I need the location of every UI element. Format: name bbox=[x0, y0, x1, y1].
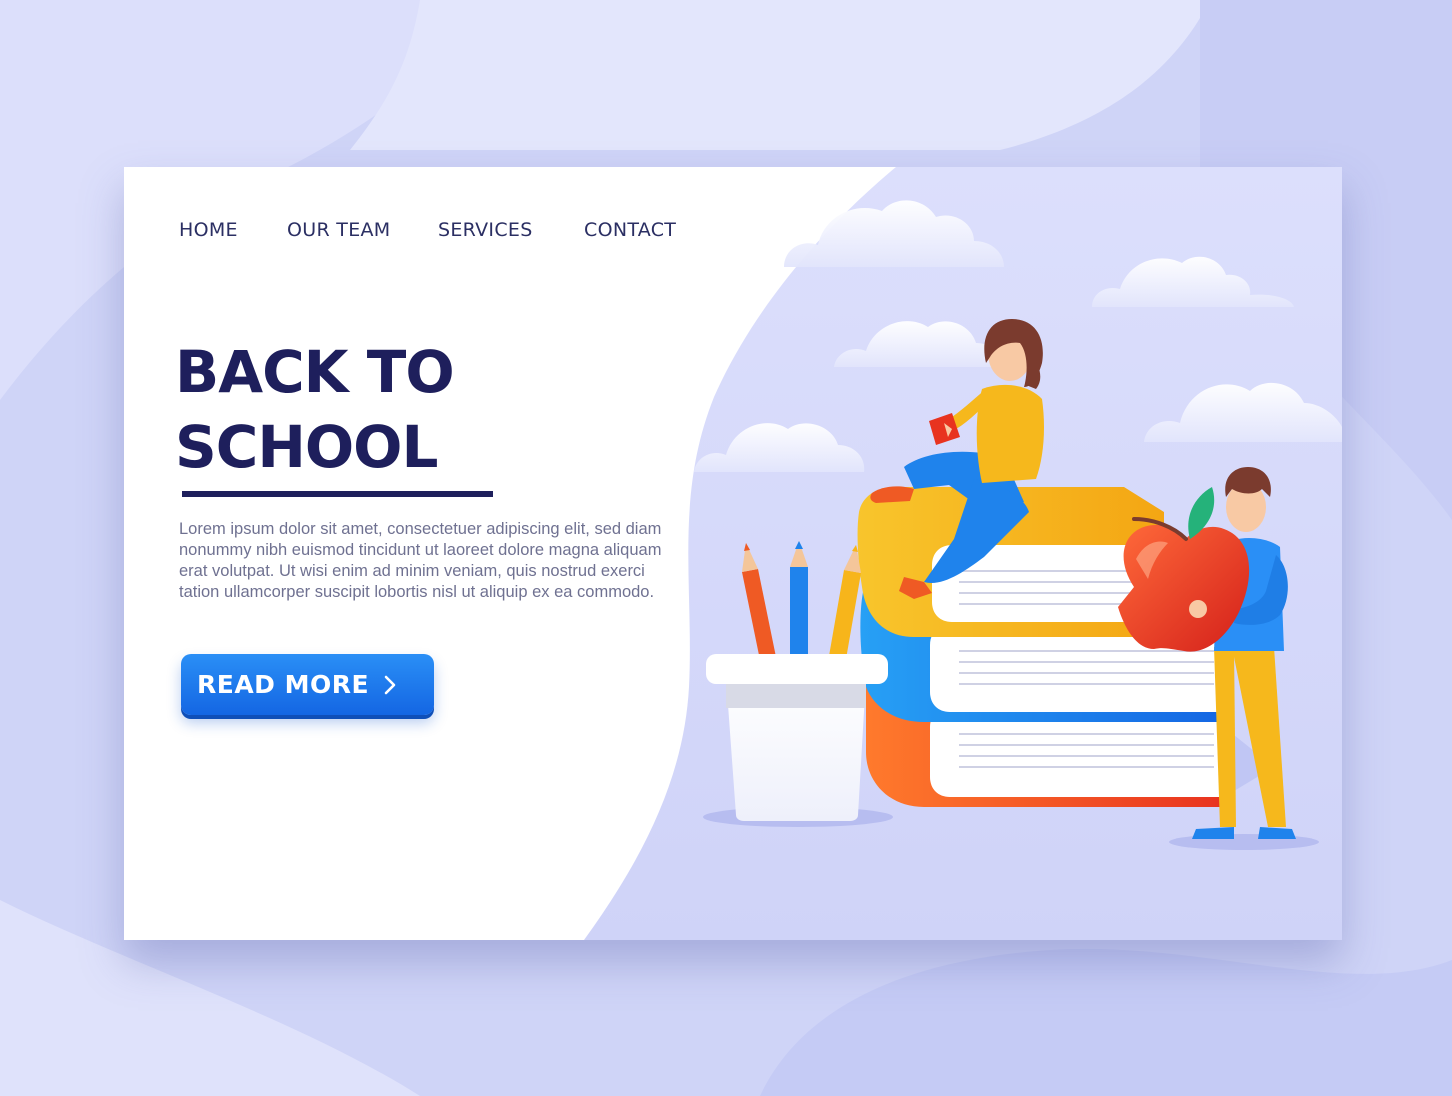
pencil-cup-icon bbox=[706, 541, 888, 821]
back-to-school-illustration bbox=[703, 319, 1319, 850]
landing-page-card: HOME OUR TEAM SERVICES CONTACT BACK TO S… bbox=[124, 167, 1342, 940]
